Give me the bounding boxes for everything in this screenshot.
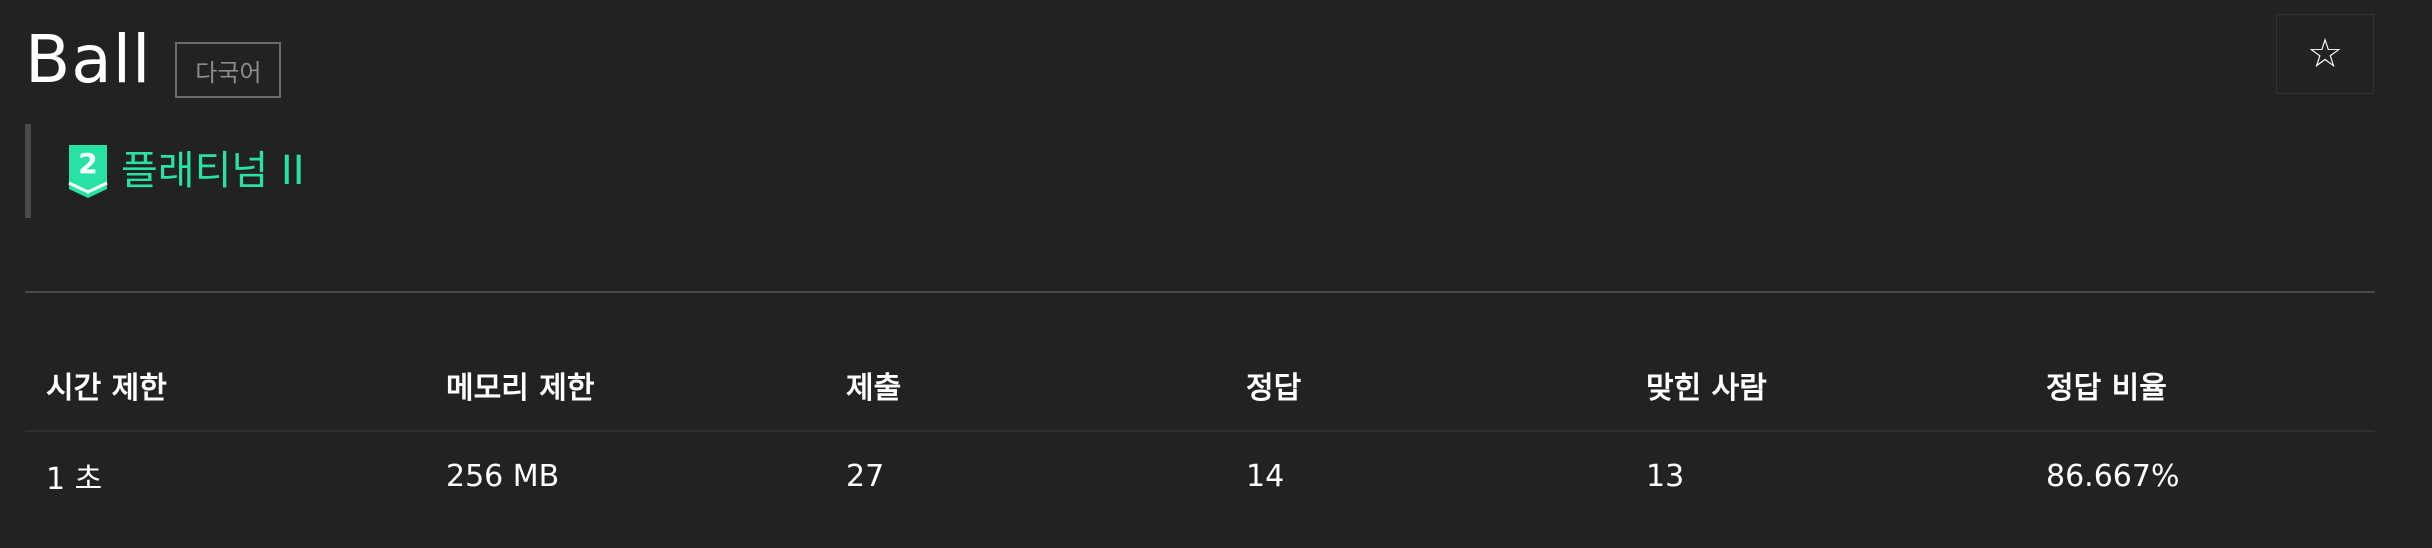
- header-time-limit: 시간 제한: [46, 371, 167, 406]
- favorite-button[interactable]: ☆: [2276, 14, 2374, 94]
- info-table-header: 시간 제한 메모리 제한 제출 정답 맞힌 사람 정답 비율: [25, 340, 2375, 432]
- star-outline-icon: ☆: [2307, 31, 2343, 77]
- header-accept-ratio: 정답 비율: [2046, 371, 2167, 406]
- value-time-limit: 1 초: [46, 462, 103, 497]
- tier-block: 2 플래티넘 II: [25, 124, 305, 218]
- language-badge[interactable]: 다국어: [175, 42, 282, 98]
- value-solved-users: 13: [1646, 458, 1685, 494]
- section-divider: [25, 291, 2375, 293]
- header-solved-users: 맞힌 사람: [1646, 371, 1767, 406]
- tier-label: 플래티넘 II: [121, 148, 305, 194]
- value-submissions: 27: [846, 458, 885, 494]
- value-memory-limit: 256 MB: [446, 458, 560, 494]
- info-table-row: 1 초 256 MB 27 14 13 86.667%: [25, 432, 2375, 520]
- problem-info-table: 시간 제한 메모리 제한 제출 정답 맞힌 사람 정답 비율 1 초 256 M…: [25, 340, 2375, 520]
- header-submissions: 제출: [846, 371, 902, 406]
- problem-title: Ball: [25, 21, 152, 98]
- tier-level-number: 2: [78, 147, 97, 180]
- header-accepted: 정답: [1246, 371, 1302, 406]
- title-row: Ball 다국어: [25, 18, 282, 102]
- header-memory-limit: 메모리 제한: [446, 371, 595, 406]
- platinum-tier-icon: 2: [68, 145, 108, 198]
- value-accepted: 14: [1246, 458, 1285, 494]
- value-accept-ratio: 86.667%: [2046, 458, 2180, 494]
